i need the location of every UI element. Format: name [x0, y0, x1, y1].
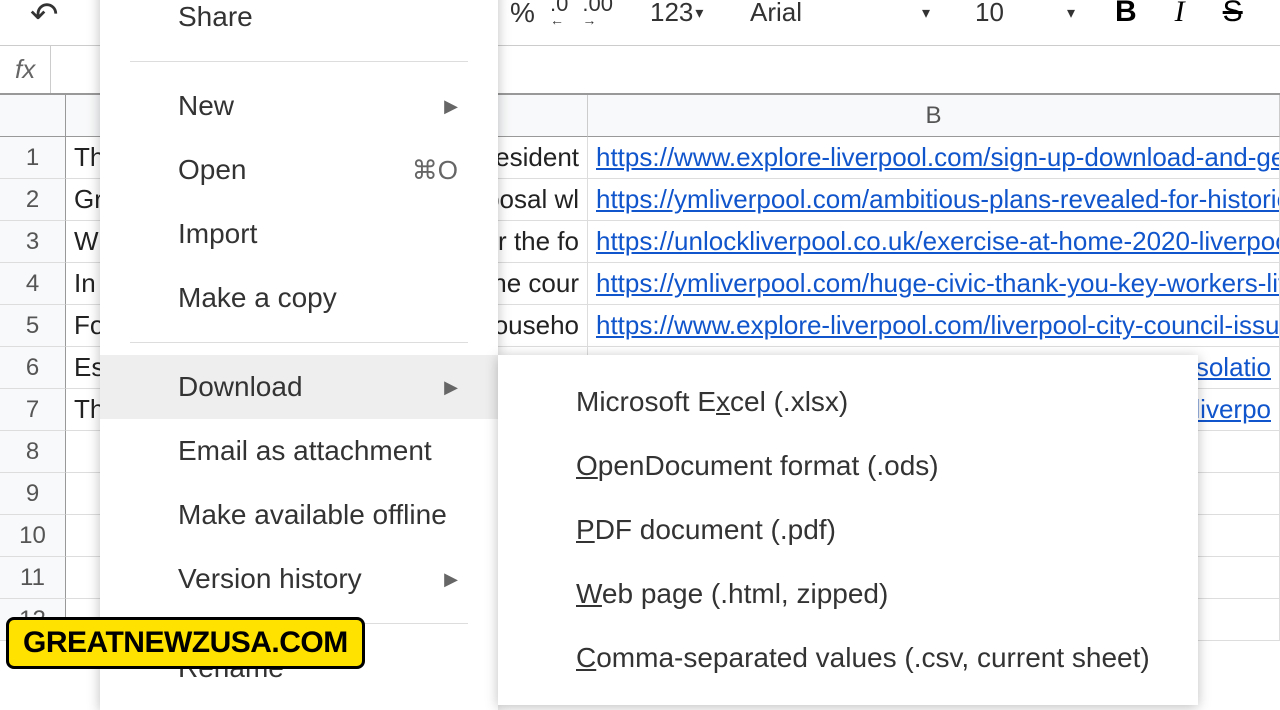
menu-make-copy[interactable]: Make a copy [100, 266, 498, 330]
chevron-right-icon: ▶ [444, 569, 458, 590]
row-header[interactable]: 6 [0, 347, 66, 389]
percent-format-button[interactable]: % [510, 0, 535, 29]
menu-share[interactable]: Share [100, 0, 498, 49]
chevron-down-icon: ▾ [922, 3, 930, 23]
menu-email-attachment[interactable]: Email as attachment [100, 419, 498, 483]
row-header[interactable]: 3 [0, 221, 66, 263]
cell[interactable]: https://www.explore-liverpool.com/liverp… [588, 305, 1280, 347]
format-more-button[interactable]: 123 ▾ [650, 0, 703, 28]
cell[interactable]: https://ymliverpool.com/ambitious-plans-… [588, 179, 1280, 221]
font-size-select[interactable]: 10 ▾ [975, 0, 1075, 28]
cell-link[interactable]: https://ymliverpool.com/ambitious-plans-… [596, 184, 1280, 215]
cell[interactable]: https://unlockliverpool.co.uk/exercise-a… [588, 221, 1280, 263]
menu-open[interactable]: Open ⌘O [100, 138, 498, 202]
cell[interactable]: https://ymliverpool.com/huge-civic-thank… [588, 263, 1280, 305]
chevron-down-icon: ▾ [1067, 3, 1075, 23]
menu-new[interactable]: New ▶ [100, 74, 498, 138]
download-submenu: Microsoft Excel (.xlsx) OpenDocument for… [498, 355, 1198, 705]
row-header[interactable]: 4 [0, 263, 66, 305]
download-ods[interactable]: OpenDocument format (.ods) [498, 434, 1198, 498]
row-header[interactable]: 2 [0, 179, 66, 221]
select-all-cell[interactable] [0, 95, 66, 137]
increase-decimal-button[interactable]: .00 → [582, 0, 613, 26]
menu-download[interactable]: Download ▶ [100, 355, 498, 419]
chevron-right-icon: ▶ [444, 96, 458, 117]
chevron-right-icon: ▶ [444, 377, 458, 398]
download-xlsx[interactable]: Microsoft Excel (.xlsx) [498, 370, 1198, 434]
download-web[interactable]: Web page (.html, zipped) [498, 562, 1198, 626]
cell[interactable]: https://www.explore-liverpool.com/sign-u… [588, 137, 1280, 179]
download-pdf[interactable]: PDF document (.pdf) [498, 498, 1198, 562]
menu-make-offline[interactable]: Make available offline [100, 483, 498, 547]
row-header[interactable]: 5 [0, 305, 66, 347]
cell-link[interactable]: https://www.explore-liverpool.com/sign-u… [596, 142, 1280, 173]
row-header[interactable]: 7 [0, 389, 66, 431]
bold-button[interactable]: B [1115, 0, 1137, 29]
row-header[interactable]: 11 [0, 557, 66, 599]
menu-version-history[interactable]: Version history ▶ [100, 547, 498, 611]
chevron-down-icon: ▾ [695, 3, 703, 23]
row-header[interactable]: 9 [0, 473, 66, 515]
undo-icon[interactable]: ↶ [30, 0, 59, 35]
cell-link[interactable]: https://unlockliverpool.co.uk/exercise-a… [596, 226, 1280, 257]
row-header[interactable]: 10 [0, 515, 66, 557]
watermark-label: GREATNEWZUSA.COM [6, 617, 365, 669]
shortcut-label: ⌘O [412, 155, 458, 186]
fx-label: fx [0, 54, 50, 85]
decrease-decimal-button[interactable]: .0 ← [550, 0, 568, 26]
cell-link[interactable]: https://www.explore-liverpool.com/liverp… [596, 310, 1280, 341]
row-header[interactable]: 1 [0, 137, 66, 179]
font-select[interactable]: Arial ▾ [750, 0, 930, 28]
italic-button[interactable]: I [1175, 0, 1185, 29]
strikethrough-button[interactable]: S [1223, 0, 1243, 29]
download-csv[interactable]: Comma-separated values (.csv, current sh… [498, 626, 1198, 690]
column-header-b[interactable]: B [588, 95, 1280, 137]
menu-import[interactable]: Import [100, 202, 498, 266]
cell-link[interactable]: https://ymliverpool.com/huge-civic-thank… [596, 268, 1280, 299]
file-menu: Share New ▶ Open ⌘O Import Make a copy D… [100, 0, 498, 710]
row-header[interactable]: 8 [0, 431, 66, 473]
